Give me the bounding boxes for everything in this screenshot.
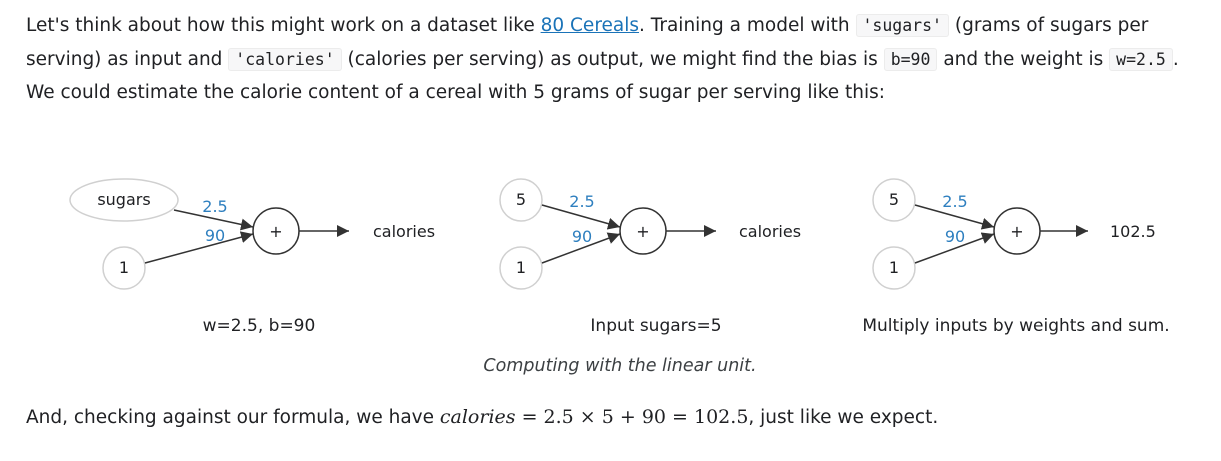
bias-label: 90 [205, 226, 225, 245]
input-label-bottom: 1 [516, 258, 526, 277]
inline-code-bias: b=90 [883, 47, 938, 71]
cereals-link[interactable]: 80 Cereals [541, 15, 639, 36]
output-label: 102.5 [1110, 222, 1156, 241]
figure-caption: Computing with the linear unit. [483, 356, 756, 376]
bias-edge [144, 231, 254, 264]
intro-paragraph: Let's think about how this might work on… [26, 9, 1206, 110]
weight-label: 2.5 [569, 192, 594, 211]
weight-label: 2.5 [942, 192, 967, 211]
subcaption-1: w=2.5, b=90 [203, 316, 316, 336]
bias-label: 90 [945, 227, 965, 246]
diagram-panel-2: 5 1 2.5 90 + calories Input sugars=5 [499, 178, 801, 336]
input-label-top: sugars [97, 190, 150, 209]
inline-code-sugars: 'sugars' [855, 14, 949, 37]
inline-code-calories: 'calories' [228, 47, 342, 71]
inline-code-weight: w=2.5 [1109, 47, 1173, 71]
diagram-panel-1: sugars 1 2.5 90 + calories w=2.5, b=90 [69, 178, 435, 336]
input-label-bottom: 1 [119, 258, 129, 277]
text: And, checking against our formula, we ha… [26, 407, 440, 428]
subcaption-3: Multiply inputs by weights and sum. [862, 316, 1169, 336]
formula: calories = 2.5 × 5 + 90 = 102.5 [440, 406, 749, 428]
text: (calories per serving) as output, we mig… [341, 48, 884, 70]
output-label: calories [739, 222, 801, 241]
text: , just like we expect. [748, 407, 939, 428]
formula-expression: = 2.5 × 5 + 90 = 102.5 [515, 406, 749, 428]
sum-symbol: + [1010, 222, 1023, 241]
text: Let's think about how this might work on… [26, 15, 541, 36]
sum-symbol: + [269, 222, 282, 241]
text: . Training a model with [639, 15, 856, 36]
text: and the weight is [937, 48, 1110, 70]
weight-label: 2.5 [202, 197, 227, 216]
output-label: calories [373, 222, 435, 241]
input-label-bottom: 1 [889, 258, 899, 277]
input-label-top: 5 [889, 190, 899, 209]
formula-variable: calories [439, 406, 516, 428]
sum-symbol: + [636, 222, 649, 241]
subcaption-2: Input sugars=5 [590, 316, 721, 336]
conclusion-paragraph: And, checking against our formula, we ha… [26, 401, 1206, 435]
linear-unit-figure: sugars 1 2.5 90 + calories w=2.5, b=90 5… [69, 178, 1170, 376]
diagram-panel-3: 5 1 2.5 90 + 102.5 Multiply inputs by we… [862, 178, 1170, 336]
input-label-top: 5 [516, 190, 526, 209]
bias-label: 90 [572, 227, 592, 246]
